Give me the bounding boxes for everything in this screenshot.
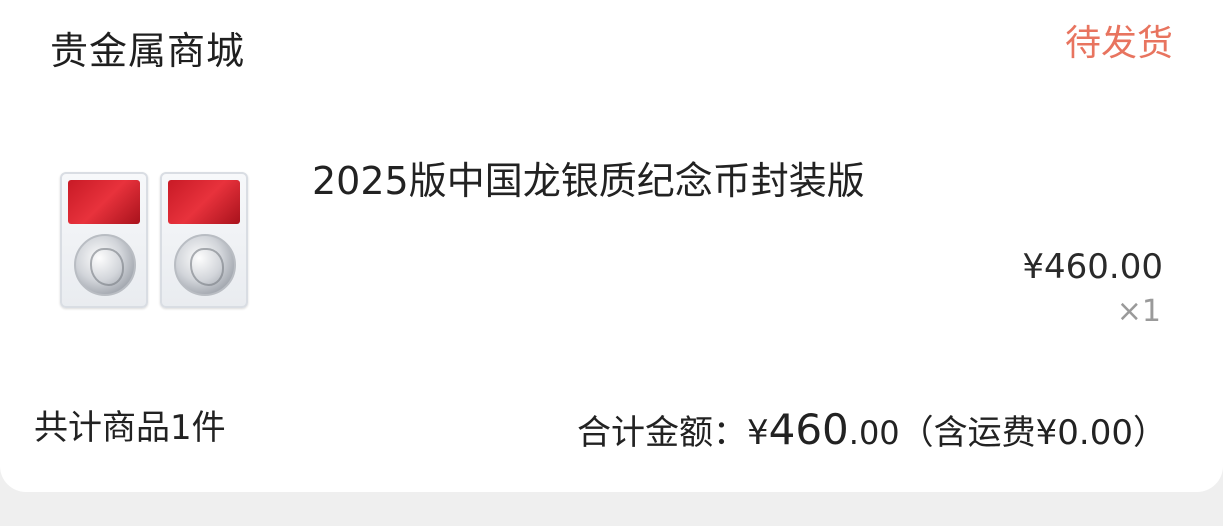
total-amount-decimal: .00: [848, 414, 900, 452]
coin-slab-front: [60, 172, 148, 308]
product-quantity: ×1: [1116, 294, 1161, 329]
coin-slab-back: [160, 172, 248, 308]
product-image[interactable]: [40, 150, 270, 330]
slab-label: [68, 180, 140, 224]
item-count: 共计商品1件: [34, 408, 226, 448]
product-title[interactable]: 2025版中国龙银质纪念币封装版: [312, 156, 865, 206]
order-card[interactable]: 贵金属商城 待发货 2025版中国龙银质纪念币封装版 ¥460.00 ×1 共计…: [0, 0, 1223, 492]
coin-image: [74, 234, 136, 296]
shop-name[interactable]: 贵金属商城: [50, 26, 245, 76]
slab-label: [168, 180, 240, 224]
product-price: ¥460.00: [1022, 247, 1163, 287]
total-amount-integer: 460: [768, 405, 849, 454]
coin-image: [174, 234, 236, 296]
shipping-fee: （含运费¥0.00）: [899, 413, 1167, 453]
total-label: 合计金额：¥: [576, 413, 769, 453]
order-total: 合计金额：¥460.00（含运费¥0.00）: [577, 404, 1167, 459]
order-status: 待发货: [1064, 23, 1173, 64]
